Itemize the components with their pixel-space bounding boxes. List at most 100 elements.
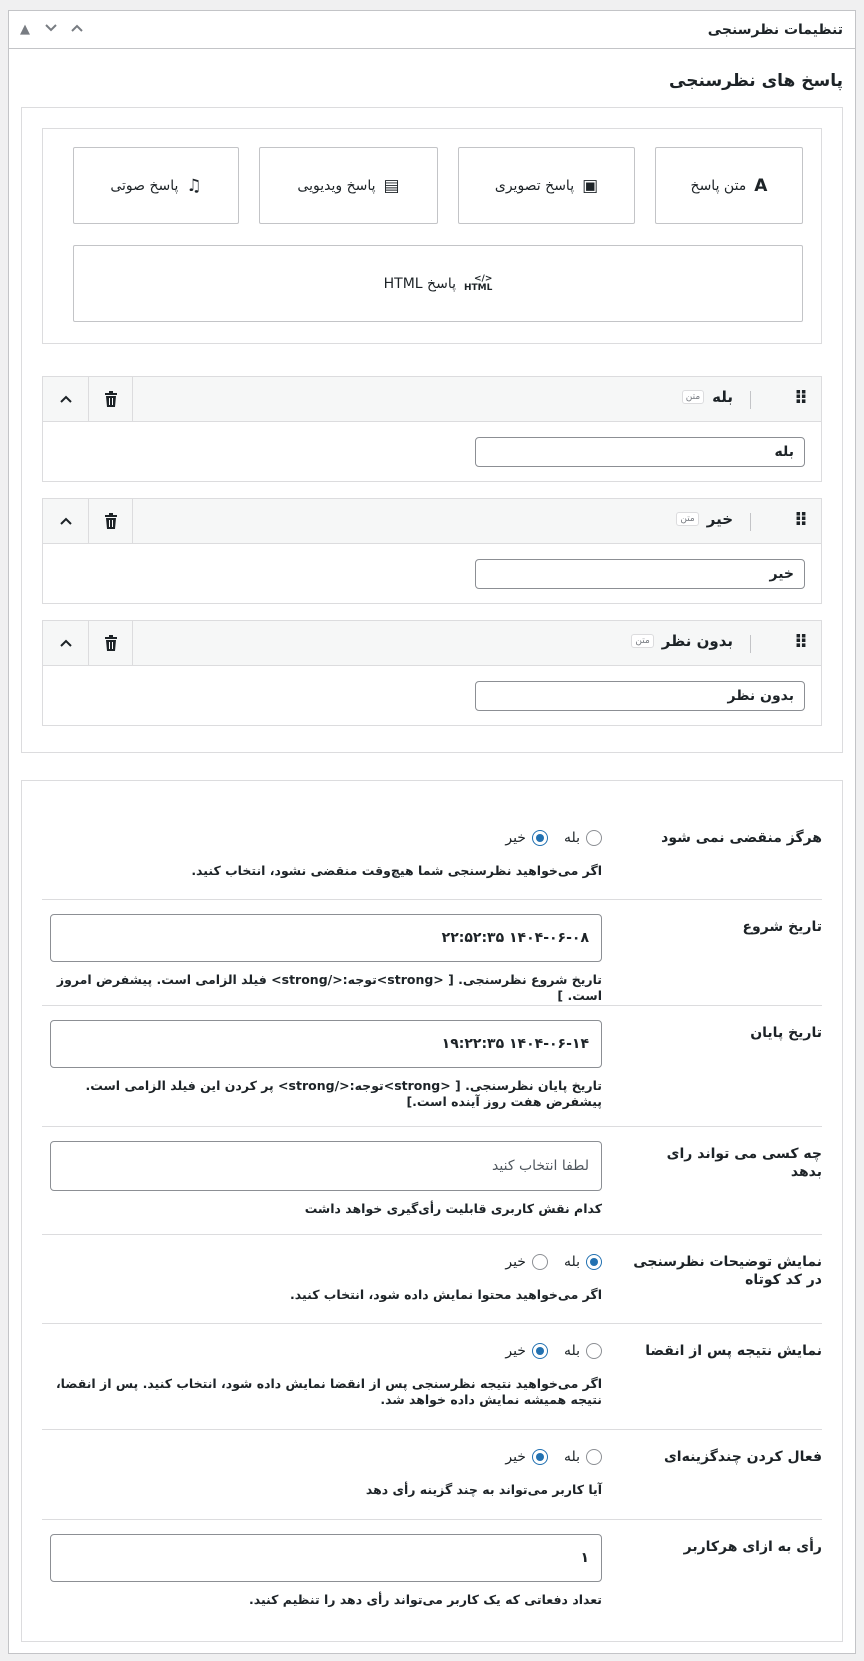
radio-dot[interactable] <box>586 1449 602 1465</box>
delete-answer-button[interactable] <box>88 621 133 665</box>
field-label: نمایش توضیحات نظرسنجی در کد کوتاه <box>633 1254 822 1288</box>
radio-dot[interactable] <box>531 1343 548 1359</box>
answer-text-input[interactable] <box>475 559 805 589</box>
answer-type-badge: متن <box>681 390 705 404</box>
setting-show-excerpt: نمایش توضیحات نظرسنجی در کد کوتاه بله خی… <box>42 1234 822 1323</box>
radio-dot[interactable] <box>586 1343 602 1359</box>
field-description: کدام نقش کاربری قابلیت رأی‌گیری خواهد دا… <box>304 1201 602 1216</box>
answer-type-audio-button[interactable]: ♫ پاسخ صوتی <box>73 147 239 224</box>
radio-dot[interactable] <box>586 830 602 846</box>
metabox-body: پاسخ های نظرسنجی <box>9 68 855 106</box>
roles-select[interactable]: لطفا انتخاب کنید <box>50 1141 602 1191</box>
radio-group: بله خیر <box>50 827 602 849</box>
answer-item: ⠿ خیر متن <box>42 498 822 604</box>
radio-yes[interactable]: بله <box>564 1343 602 1359</box>
divider <box>750 513 751 531</box>
answer-type-image-button[interactable]: ▣ پاسخ تصویری <box>458 147 635 224</box>
delete-answer-button[interactable] <box>88 499 133 543</box>
metabox-header: تنظیمات نظرسنجی ▲ <box>9 11 855 49</box>
setting-show-result-after-expire: نمایش نتیجه پس از انقضا بله خیر اگر می‌خ… <box>42 1323 822 1429</box>
move-up-icon[interactable]: ▲ <box>17 22 33 37</box>
answer-title: خیر متن <box>676 510 733 528</box>
chevron-up-icon <box>59 639 72 647</box>
trash-icon <box>104 635 117 651</box>
collapse-answer-button[interactable] <box>43 499 88 543</box>
answer-text-input[interactable] <box>475 681 805 711</box>
radio-label: بله <box>563 1449 580 1465</box>
answer-type-label: متن پاسخ <box>690 177 747 194</box>
setting-who-can-vote: چه کسی می تواند رای بدهد لطفا انتخاب کنی… <box>42 1126 822 1234</box>
answer-type-label: پاسخ تصویری <box>494 177 575 194</box>
radio-no[interactable]: خیر <box>505 1343 548 1359</box>
end-date-input[interactable] <box>50 1020 602 1068</box>
video-icon: ▤ <box>383 175 400 196</box>
radio-label: بله <box>563 1343 580 1359</box>
field-description: آیا کاربر می‌تواند به چند گزینه رأی دهد <box>365 1482 602 1497</box>
answers-box: A متن پاسخ ▣ پاسخ تصویری ▤ پاسخ ویدیویی … <box>21 107 843 753</box>
answers-section-title: پاسخ های نظرسنجی <box>669 71 843 91</box>
answer-body <box>43 666 821 726</box>
radio-yes[interactable]: بله <box>564 830 602 846</box>
drag-handle-icon[interactable]: ⠿ <box>793 511 808 531</box>
radio-no[interactable]: خیر <box>505 1254 548 1270</box>
delete-answer-button[interactable] <box>88 377 133 421</box>
answer-body <box>43 422 821 482</box>
divider <box>750 635 751 653</box>
start-date-input[interactable] <box>50 914 602 962</box>
metabox-controls: ▲ <box>17 21 85 39</box>
radio-dot[interactable] <box>586 1254 602 1270</box>
field-description: تعداد دفعاتی که یک کاربر می‌تواند رأی ده… <box>248 1592 602 1607</box>
collapse-answer-button[interactable] <box>43 377 88 421</box>
answer-type-text-button[interactable]: A متن پاسخ <box>655 147 803 224</box>
radio-no[interactable]: خیر <box>505 1449 548 1465</box>
radio-label: خیر <box>505 830 526 846</box>
radio-group: بله خیر <box>50 1446 602 1468</box>
chevron-down-icon[interactable] <box>43 21 59 39</box>
answer-title-text: بله <box>712 388 733 406</box>
answer-type-html-button[interactable]: </> HTML پاسخ HTML <box>73 245 803 322</box>
answer-title-text: بدون نظر <box>661 632 733 650</box>
radio-label: بله <box>563 830 580 846</box>
chevron-up-icon <box>59 395 72 403</box>
radio-no[interactable]: خیر <box>505 830 548 846</box>
answer-type-video-button[interactable]: ▤ پاسخ ویدیویی <box>259 147 438 224</box>
poll-settings-metabox: تنظیمات نظرسنجی ▲ پاسخ های نظرسنجی A متن… <box>8 10 856 1654</box>
radio-label: خیر <box>505 1449 526 1465</box>
music-note-icon: ♫ <box>186 175 202 196</box>
field-description: اگر می‌خواهید محتوا نمایش داده شود، انتخ… <box>290 1287 602 1302</box>
answer-item: ⠿ بدون نظر متن <box>42 620 822 726</box>
radio-label: خیر <box>505 1254 526 1270</box>
answer-header: ⠿ خیر متن <box>43 499 821 544</box>
field-label: رأی به ازای هرکاربر <box>683 1539 822 1555</box>
divider <box>750 391 751 409</box>
answer-header: ⠿ بدون نظر متن <box>43 621 821 666</box>
radio-label: بله <box>563 1254 580 1270</box>
field-label: نمایش نتیجه پس از انقضا <box>645 1343 822 1359</box>
answer-title: بله متن <box>681 388 733 406</box>
votes-per-user-input[interactable] <box>50 1534 602 1582</box>
settings-box: هرگز منقضی نمی شود بله خیر اگر می‌خواهید… <box>21 780 843 1642</box>
radio-dot[interactable] <box>531 1254 548 1270</box>
text-a-icon: A <box>754 175 768 196</box>
radio-yes[interactable]: بله <box>564 1449 602 1465</box>
answer-types-box: A متن پاسخ ▣ پاسخ تصویری ▤ پاسخ ویدیویی … <box>42 128 822 344</box>
drag-handle-icon[interactable]: ⠿ <box>793 389 808 409</box>
radio-group: بله خیر <box>50 1340 602 1362</box>
radio-dot[interactable] <box>531 1449 548 1465</box>
answer-type-label: پاسخ صوتی <box>110 177 179 194</box>
field-label: تاریخ پایان <box>750 1025 822 1041</box>
answer-text-input[interactable] <box>475 437 805 467</box>
field-control: بله خیر اگر می‌خواهید نظرسنجی شما هیچ‌وق… <box>50 827 602 879</box>
field-description: اگر می‌خواهید نتیجه نظرسنجی پس از انقضا … <box>55 1376 602 1407</box>
radio-yes[interactable]: بله <box>564 1254 602 1270</box>
drag-handle-icon[interactable]: ⠿ <box>793 633 808 653</box>
field-description: تاریخ پایان نظرسنجی. [ <strong>توجه:</st… <box>85 1078 602 1109</box>
answer-type-label: پاسخ HTML <box>383 275 456 292</box>
chevron-up-icon[interactable] <box>69 21 85 39</box>
collapse-answer-button[interactable] <box>43 621 88 665</box>
html-icon: </> HTML <box>464 273 493 293</box>
radio-group: بله خیر <box>50 1251 602 1273</box>
radio-dot[interactable] <box>531 830 548 846</box>
answer-type-badge: متن <box>631 634 654 648</box>
field-label: چه کسی می تواند رای بدهد <box>666 1146 822 1180</box>
